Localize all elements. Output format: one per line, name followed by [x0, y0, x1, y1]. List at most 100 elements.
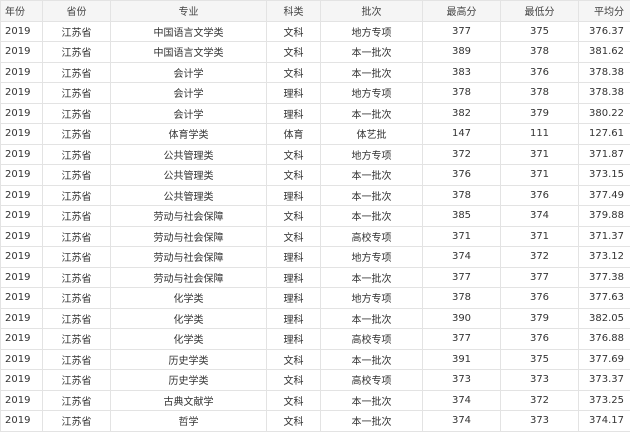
cell-category: 理科 — [267, 267, 321, 288]
cell-province: 江苏省 — [43, 329, 111, 350]
cell-year: 2019 — [1, 349, 43, 370]
cell-year: 2019 — [1, 390, 43, 411]
cell-category: 文科 — [267, 226, 321, 247]
cell-batch: 本一批次 — [321, 390, 423, 411]
cell-min-score: 372 — [501, 247, 579, 268]
cell-batch: 地方专项 — [321, 288, 423, 309]
cell-batch: 地方专项 — [321, 21, 423, 42]
cell-province: 江苏省 — [43, 103, 111, 124]
cell-province: 江苏省 — [43, 83, 111, 104]
cell-max-score: 376 — [423, 165, 501, 186]
cell-batch: 本一批次 — [321, 206, 423, 227]
cell-year: 2019 — [1, 103, 43, 124]
cell-avg-score: 371.87 — [579, 144, 630, 165]
cell-batch: 本一批次 — [321, 42, 423, 63]
cell-year: 2019 — [1, 185, 43, 206]
cell-major: 化学类 — [111, 329, 267, 350]
cell-batch: 本一批次 — [321, 267, 423, 288]
cell-max-score: 383 — [423, 62, 501, 83]
cell-year: 2019 — [1, 267, 43, 288]
cell-max-score: 372 — [423, 144, 501, 165]
cell-major: 公共管理类 — [111, 185, 267, 206]
cell-category: 体育 — [267, 124, 321, 145]
cell-major: 会计学 — [111, 83, 267, 104]
cell-max-score: 390 — [423, 308, 501, 329]
cell-avg-score: 379.88 — [579, 206, 630, 227]
cell-max-score: 385 — [423, 206, 501, 227]
header-category: 科类 — [267, 1, 321, 22]
cell-province: 江苏省 — [43, 267, 111, 288]
cell-category: 文科 — [267, 21, 321, 42]
cell-avg-score: 376.37 — [579, 21, 630, 42]
cell-province: 江苏省 — [43, 206, 111, 227]
cell-province: 江苏省 — [43, 62, 111, 83]
cell-min-score: 378 — [501, 42, 579, 63]
cell-category: 文科 — [267, 390, 321, 411]
cell-batch: 地方专项 — [321, 144, 423, 165]
cell-year: 2019 — [1, 370, 43, 391]
cell-province: 江苏省 — [43, 370, 111, 391]
cell-major: 化学类 — [111, 308, 267, 329]
cell-major: 会计学 — [111, 62, 267, 83]
cell-province: 江苏省 — [43, 185, 111, 206]
cell-max-score: 378 — [423, 185, 501, 206]
cell-category: 理科 — [267, 185, 321, 206]
admission-scores-table: 年份省份专业科类批次最高分最低分平均分 2019江苏省中国语言文学类文科地方专项… — [0, 0, 630, 432]
header-max-score: 最高分 — [423, 1, 501, 22]
header-row: 年份省份专业科类批次最高分最低分平均分 — [1, 1, 630, 22]
cell-batch: 本一批次 — [321, 103, 423, 124]
cell-province: 江苏省 — [43, 308, 111, 329]
cell-avg-score: 378.38 — [579, 62, 630, 83]
table-row: 2019江苏省会计学文科本一批次383376378.38 — [1, 62, 630, 83]
cell-major: 公共管理类 — [111, 165, 267, 186]
cell-max-score: 377 — [423, 267, 501, 288]
table-row: 2019江苏省公共管理类文科地方专项372371371.87 — [1, 144, 630, 165]
cell-category: 文科 — [267, 42, 321, 63]
cell-avg-score: 371.37 — [579, 226, 630, 247]
cell-avg-score: 127.61 — [579, 124, 630, 145]
cell-min-score: 376 — [501, 329, 579, 350]
cell-batch: 本一批次 — [321, 349, 423, 370]
cell-province: 江苏省 — [43, 247, 111, 268]
cell-category: 文科 — [267, 144, 321, 165]
cell-major: 劳动与社会保障 — [111, 267, 267, 288]
cell-province: 江苏省 — [43, 42, 111, 63]
cell-major: 化学类 — [111, 288, 267, 309]
cell-category: 理科 — [267, 103, 321, 124]
header-major: 专业 — [111, 1, 267, 22]
table-row: 2019江苏省会计学理科本一批次382379380.22 — [1, 103, 630, 124]
cell-avg-score: 377.49 — [579, 185, 630, 206]
cell-max-score: 378 — [423, 288, 501, 309]
cell-max-score: 374 — [423, 247, 501, 268]
cell-min-score: 377 — [501, 267, 579, 288]
cell-major: 历史学类 — [111, 349, 267, 370]
cell-major: 会计学 — [111, 103, 267, 124]
cell-batch: 本一批次 — [321, 62, 423, 83]
cell-min-score: 376 — [501, 62, 579, 83]
cell-avg-score: 377.63 — [579, 288, 630, 309]
cell-max-score: 147 — [423, 124, 501, 145]
table-row: 2019江苏省公共管理类文科本一批次376371373.15 — [1, 165, 630, 186]
cell-avg-score: 380.22 — [579, 103, 630, 124]
table-row: 2019江苏省历史学类文科高校专项373373373.37 — [1, 370, 630, 391]
cell-category: 文科 — [267, 370, 321, 391]
cell-province: 江苏省 — [43, 288, 111, 309]
cell-min-score: 375 — [501, 21, 579, 42]
table-row: 2019江苏省劳动与社会保障理科地方专项374372373.12 — [1, 247, 630, 268]
cell-avg-score: 373.37 — [579, 370, 630, 391]
cell-avg-score: 373.25 — [579, 390, 630, 411]
cell-category: 文科 — [267, 62, 321, 83]
table-row: 2019江苏省劳动与社会保障文科本一批次385374379.88 — [1, 206, 630, 227]
cell-year: 2019 — [1, 165, 43, 186]
cell-province: 江苏省 — [43, 226, 111, 247]
cell-max-score: 377 — [423, 21, 501, 42]
header-avg-score: 平均分 — [579, 1, 630, 22]
cell-batch: 高校专项 — [321, 370, 423, 391]
cell-province: 江苏省 — [43, 21, 111, 42]
cell-avg-score: 373.15 — [579, 165, 630, 186]
cell-min-score: 372 — [501, 390, 579, 411]
cell-avg-score: 376.88 — [579, 329, 630, 350]
cell-province: 江苏省 — [43, 124, 111, 145]
cell-year: 2019 — [1, 308, 43, 329]
cell-province: 江苏省 — [43, 390, 111, 411]
